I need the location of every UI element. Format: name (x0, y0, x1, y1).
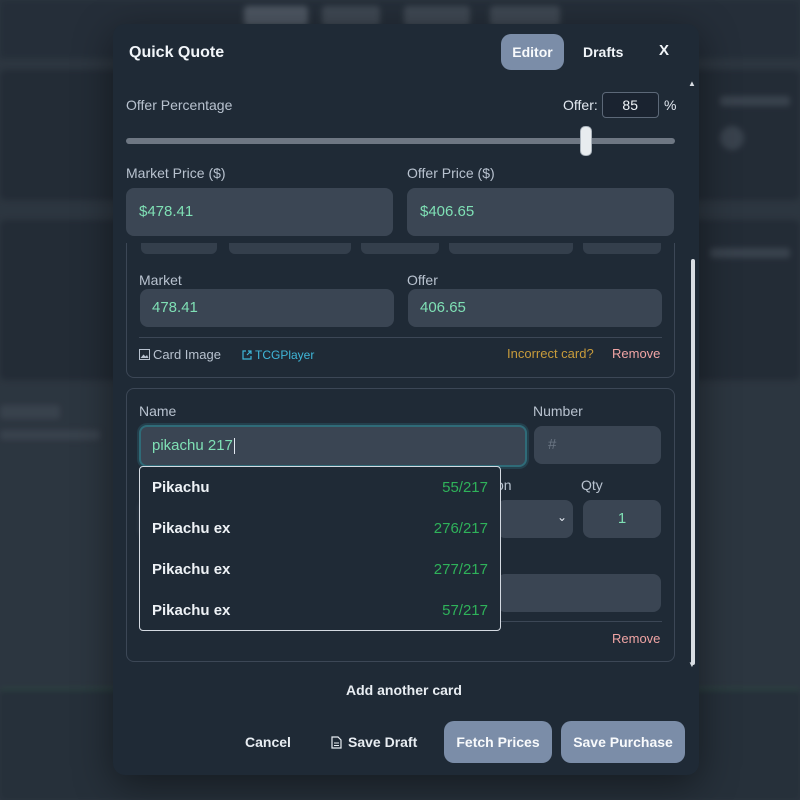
save-draft-label: Save Draft (348, 734, 418, 750)
remove-card-button[interactable]: Remove (612, 631, 660, 646)
suggestion-item[interactable]: Pikachu ex 276/217 (140, 508, 500, 549)
incorrect-card-link[interactable]: Incorrect card? (507, 346, 594, 361)
document-icon (331, 736, 342, 749)
chevron-down-icon: ⌄ (556, 510, 567, 524)
suggestion-number: 57/217 (442, 602, 488, 619)
scroll-up-arrow[interactable]: ▲ (688, 79, 696, 88)
blurred-field (361, 243, 439, 254)
offer-value-label: Offer: (563, 97, 598, 113)
offer-percent-input[interactable]: 85 (602, 92, 659, 118)
blurred-field (583, 243, 661, 254)
card-offer-label: Offer (407, 272, 438, 288)
card-image-link[interactable]: Card Image (139, 347, 221, 362)
suggestion-item[interactable]: Pikachu ex 277/217 (140, 549, 500, 590)
blurred-field (449, 243, 573, 254)
cancel-button[interactable]: Cancel (245, 734, 291, 750)
tab-drafts[interactable]: Drafts (583, 44, 623, 60)
suggestion-number: 276/217 (433, 520, 488, 537)
card-number-input[interactable]: # (534, 426, 661, 464)
market-price-label: Market Price ($) (126, 165, 226, 181)
tcgplayer-link[interactable]: TCGPlayer (242, 348, 314, 362)
blurred-field (141, 243, 217, 254)
qty-input[interactable]: 1 (583, 500, 661, 538)
scroll-down-arrow[interactable]: ▼ (688, 660, 696, 669)
card-entry: Market Offer 478.41 406.65 Card Image TC… (126, 243, 675, 378)
offer-slider-track[interactable] (126, 138, 675, 144)
modal-title: Quick Quote (129, 44, 225, 61)
scrollbar-thumb[interactable] (691, 259, 695, 665)
offer-slider-thumb[interactable] (580, 126, 592, 156)
offer-price-label: Offer Price ($) (407, 165, 495, 181)
number-label: Number (533, 403, 583, 419)
fetch-prices-button[interactable]: Fetch Prices (444, 721, 552, 763)
suggestion-name: Pikachu ex (152, 520, 231, 537)
close-button[interactable]: X (657, 42, 671, 59)
tab-editor[interactable]: Editor (501, 34, 564, 70)
offer-unit: % (664, 97, 677, 113)
condition-select[interactable]: ⌄ (497, 500, 573, 538)
card-name-value: pikachu 217 (152, 437, 233, 454)
suggestion-item[interactable]: Pikachu 55/217 (140, 467, 500, 508)
notes-field[interactable] (497, 574, 661, 612)
qty-label: Qty (581, 477, 603, 493)
card-offer-input[interactable]: 406.65 (408, 289, 662, 327)
card-name-input[interactable]: pikachu 217 (139, 425, 527, 467)
save-draft-button[interactable]: Save Draft (331, 734, 417, 750)
card-image-label: Card Image (153, 347, 221, 362)
card-market-label: Market (139, 272, 182, 288)
suggestion-name: Pikachu ex (152, 561, 231, 578)
divider (139, 337, 662, 338)
remove-card-button[interactable]: Remove (612, 346, 660, 361)
suggestion-name: Pikachu (152, 479, 210, 496)
market-price-field[interactable]: $478.41 (126, 188, 393, 236)
suggestion-number: 277/217 (433, 561, 488, 578)
external-link-icon (242, 350, 252, 360)
save-purchase-button[interactable]: Save Purchase (561, 721, 685, 763)
suggestion-name: Pikachu ex (152, 602, 231, 619)
card-suggestions-dropdown: Pikachu 55/217 Pikachu ex 276/217 Pikach… (139, 466, 501, 631)
blurred-field (229, 243, 351, 254)
suggestion-item[interactable]: Pikachu ex 57/217 (140, 590, 500, 630)
offer-percentage-label: Offer Percentage (126, 97, 233, 113)
quick-quote-modal: Quick Quote Editor Drafts X Offer Percen… (113, 24, 699, 775)
text-caret (233, 438, 235, 455)
suggestion-number: 55/217 (442, 479, 488, 496)
name-label: Name (139, 403, 177, 419)
tcgplayer-label: TCGPlayer (255, 348, 315, 362)
card-market-input[interactable]: 478.41 (140, 289, 394, 327)
image-icon (139, 349, 150, 360)
offer-price-field[interactable]: $406.65 (407, 188, 674, 236)
add-another-card-button[interactable]: Add another card (346, 682, 462, 698)
